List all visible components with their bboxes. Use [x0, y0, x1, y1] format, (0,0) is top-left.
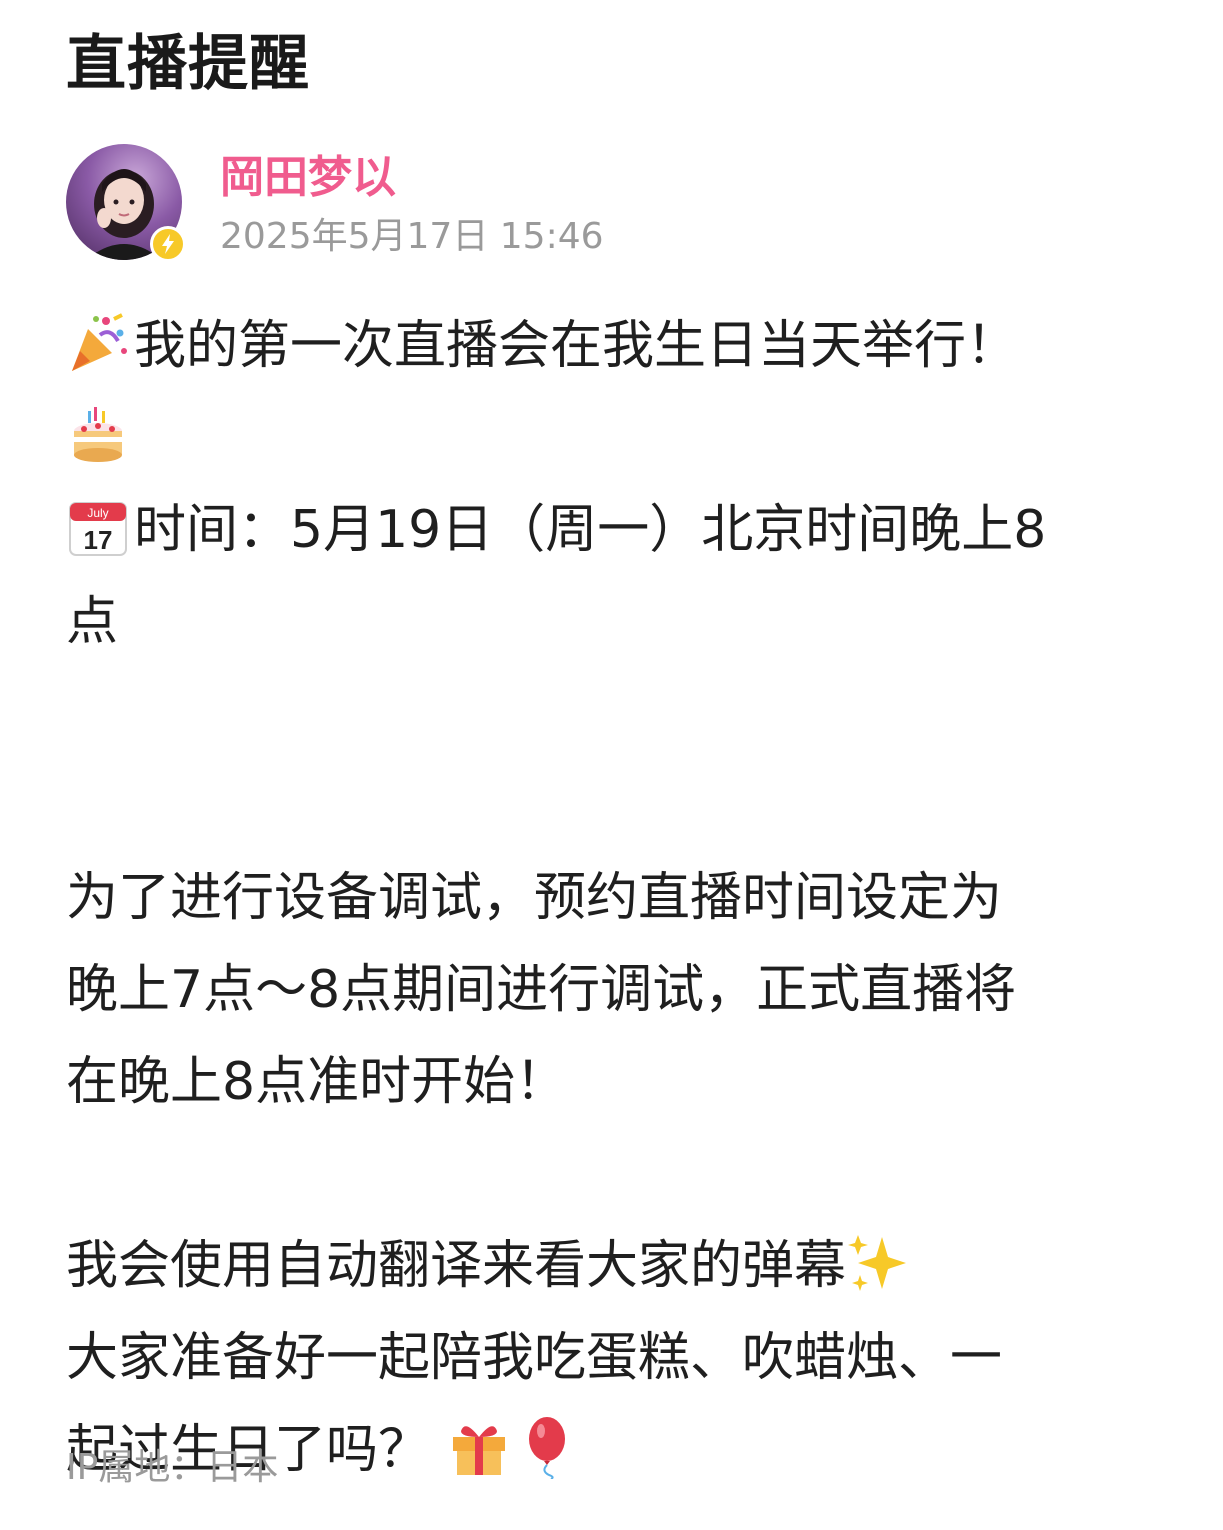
birthday-cake-icon	[66, 403, 130, 467]
post-title: 直播提醒	[66, 29, 310, 99]
content-para2-b: 晚上7点～8点期间进行调试，正式直播将	[66, 960, 1017, 1020]
balloon-icon	[515, 1415, 579, 1479]
ip-location: IP属地：日本	[66, 1447, 279, 1488]
post-content: 我的第一次直播会在我生日当天举行！ July 17 时间：5月19日（周一）北京…	[66, 300, 1166, 1496]
calendar-month: July	[87, 506, 108, 520]
content-time-b: 点	[66, 592, 119, 652]
author-header[interactable]: 岡田梦以 2025年5月17日 15:46	[66, 144, 766, 264]
author-name[interactable]: 岡田梦以	[220, 150, 396, 206]
content-line-1: 我的第一次直播会在我生日当天举行！	[134, 316, 1019, 376]
content-para3-b: 大家准备好一起陪我吃蛋糕、吹蜡烛、一	[66, 1328, 1003, 1388]
sparkles-icon	[846, 1231, 910, 1295]
party-popper-icon	[66, 311, 130, 375]
content-line: 我的第一次直播会在我生日当天举行！	[66, 300, 1166, 392]
post-page: 直播提醒 岡田梦以 2025年5月17日 15:46 我的第一次直播会在我生日当…	[0, 0, 1223, 1530]
calendar-icon: July 17	[66, 495, 130, 559]
content-time-a: 时间：5月19日（周一）北京时间晚上8	[134, 500, 1047, 560]
content-para2-a: 为了进行设备调试，预约直播时间设定为	[66, 868, 1003, 928]
gift-icon	[447, 1415, 511, 1479]
content-para3-a: 我会使用自动翻译来看大家的弹幕	[66, 1236, 847, 1296]
content-line: July 17 时间：5月19日（周一）北京时间晚上8	[66, 484, 1166, 576]
content-para2-c: 在晚上8点准时开始！	[66, 1052, 568, 1112]
content-line	[66, 392, 1166, 484]
calendar-day: 17	[84, 525, 113, 555]
content-line: 我会使用自动翻译来看大家的弹幕	[66, 1220, 1166, 1312]
verified-badge-icon	[150, 226, 186, 262]
post-timestamp: 2025年5月17日 15:46	[220, 216, 604, 257]
